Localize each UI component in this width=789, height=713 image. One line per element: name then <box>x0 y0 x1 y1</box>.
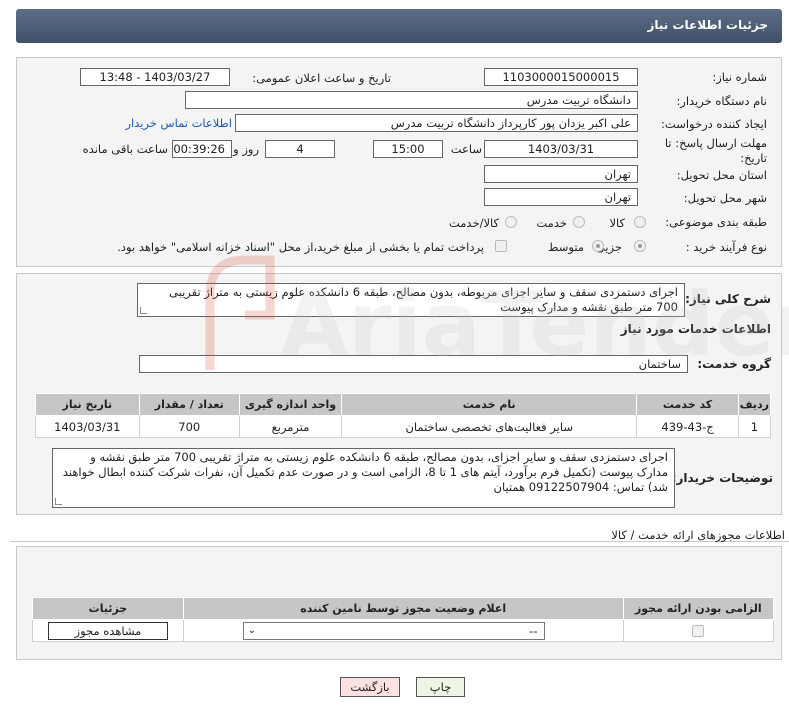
buyer-org-label: نام دستگاه خریدار: <box>676 94 767 108</box>
services-table: ردیف کد خدمت نام خدمت واحد اندازه گیری ت… <box>35 393 772 438</box>
cell-permit-status: -- ⌄ <box>182 619 624 642</box>
deadline-label-line2: تاریخ: <box>740 151 767 165</box>
category-option-goods: کالا <box>609 216 625 230</box>
table-row: 1 ج-43-439 سایر فعالیت‌های تخصصی ساختمان… <box>35 415 772 438</box>
province-label: استان محل تحویل: <box>676 168 767 182</box>
cell-need-date: 1403/03/31 <box>35 415 140 438</box>
permits-section-title: اطلاعات مجوزهای ارائه خدمت / کالا <box>611 528 785 542</box>
cell-permit-details: مشاهده مجوز <box>32 619 184 642</box>
summary-label: شرح کلی نیاز: <box>685 292 771 306</box>
category-radio-goods-service[interactable] <box>505 216 517 228</box>
col-permit-status: اعلام وضعیت مجوز توسط نامین کننده <box>182 597 624 620</box>
city-field: تهران <box>484 188 638 206</box>
permits-table: الزامی بودن ارائه مجوز اعلام وضعیت مجوز … <box>32 597 775 642</box>
col-permit-details: جزئیات <box>32 597 184 620</box>
col-unit: واحد اندازه گیری <box>238 393 343 416</box>
cell-service-code: ج-43-439 <box>636 415 739 438</box>
days-field: 4 <box>265 140 335 158</box>
process-label: نوع فرآیند خرید : <box>685 240 767 254</box>
province-field: تهران <box>484 165 638 183</box>
category-option-service: خدمت <box>536 216 567 230</box>
page-header: جزئیات اطلاعات نیاز <box>16 9 782 43</box>
col-need-date: تاریخ نیاز <box>35 393 140 416</box>
category-radio-service[interactable] <box>573 216 585 228</box>
remaining-time-field: 00:39:26 <box>172 140 232 158</box>
back-button[interactable]: بازگشت <box>340 677 400 697</box>
view-permit-button[interactable]: مشاهده مجوز <box>47 621 168 640</box>
cell-row: 1 <box>737 415 772 438</box>
category-option-goods-service: کالا/خدمت <box>448 216 499 230</box>
deadline-label-line1: مهلت ارسال پاسخ: تا <box>664 136 767 150</box>
summary-text: اجرای دستمزدی سقف و سایر اجزای مربوطه، ب… <box>137 283 685 317</box>
permit-status-value: -- <box>529 623 538 638</box>
services-section-title: اطلاعات خدمات مورد نیاز <box>620 322 771 336</box>
days-label: روز و <box>233 142 259 156</box>
announce-label: تاریخ و ساعت اعلان عمومی: <box>252 71 391 85</box>
table-row: -- ⌄ مشاهده مجوز <box>32 619 775 642</box>
payment-note: پرداخت تمام یا بخشی از مبلغ خرید،از محل … <box>117 240 484 254</box>
time-label: ساعت <box>450 142 482 156</box>
deadline-time-field: 15:00 <box>373 140 443 158</box>
col-quantity: تعداد / مقدار <box>138 393 240 416</box>
deadline-label: مهلت ارسال پاسخ: تا تاریخ: <box>665 136 767 166</box>
buyer-notes-text: اجرای دستمزدی سقف و سایر اجزای، بدون مصا… <box>52 448 675 508</box>
cell-permit-required <box>622 619 775 642</box>
cell-quantity: 700 <box>138 415 240 438</box>
treasury-checkbox[interactable] <box>495 240 507 252</box>
creator-field: علی اکبر یزدان پور کارپرداز دانشگاه تربی… <box>235 114 638 132</box>
print-button[interactable]: چاپ <box>416 677 465 697</box>
remaining-label: ساعت باقی مانده <box>82 142 168 156</box>
buyer-org-field: دانشگاه تربیت مدرس <box>185 91 638 109</box>
col-service-code: کد خدمت <box>636 393 739 416</box>
announce-field: 1403/03/27 - 13:48 <box>80 68 230 86</box>
col-row: ردیف <box>737 393 772 416</box>
cell-service-name: سایر فعالیت‌های تخصصی ساختمان <box>341 415 638 438</box>
buyer-contact-link[interactable]: اطلاعات تماس خریدار <box>125 116 232 130</box>
category-label: طبقه بندی موضوعی: <box>665 215 767 229</box>
buyer-notes-label: توضیحات خریدار: <box>671 471 773 485</box>
need-number-field: 1103000015000015 <box>484 68 638 86</box>
permit-required-checkbox <box>692 625 705 637</box>
deadline-date-field: 1403/03/31 <box>484 140 638 158</box>
col-permit-required: الزامی بودن ارائه مجوز <box>622 597 775 620</box>
creator-label: ایجاد کننده درخواست: <box>661 117 767 131</box>
category-radio-goods[interactable] <box>634 216 646 228</box>
process-option-medium: متوسط <box>547 240 584 254</box>
page-title: جزئیات اطلاعات نیاز <box>647 18 768 32</box>
col-service-name: نام خدمت <box>341 393 638 416</box>
chevron-down-icon: ⌄ <box>247 624 256 636</box>
process-radio-minor[interactable] <box>634 240 646 252</box>
process-radio-medium[interactable] <box>592 240 604 252</box>
permit-status-select[interactable]: -- ⌄ <box>242 621 545 640</box>
need-number-label: شماره نیاز: <box>712 70 767 84</box>
service-group-field: ساختمان <box>139 355 688 373</box>
city-label: شهر محل تحویل: <box>683 191 767 205</box>
service-group-label: گروه خدمت: <box>697 357 771 371</box>
cell-unit: مترمربع <box>238 415 343 438</box>
